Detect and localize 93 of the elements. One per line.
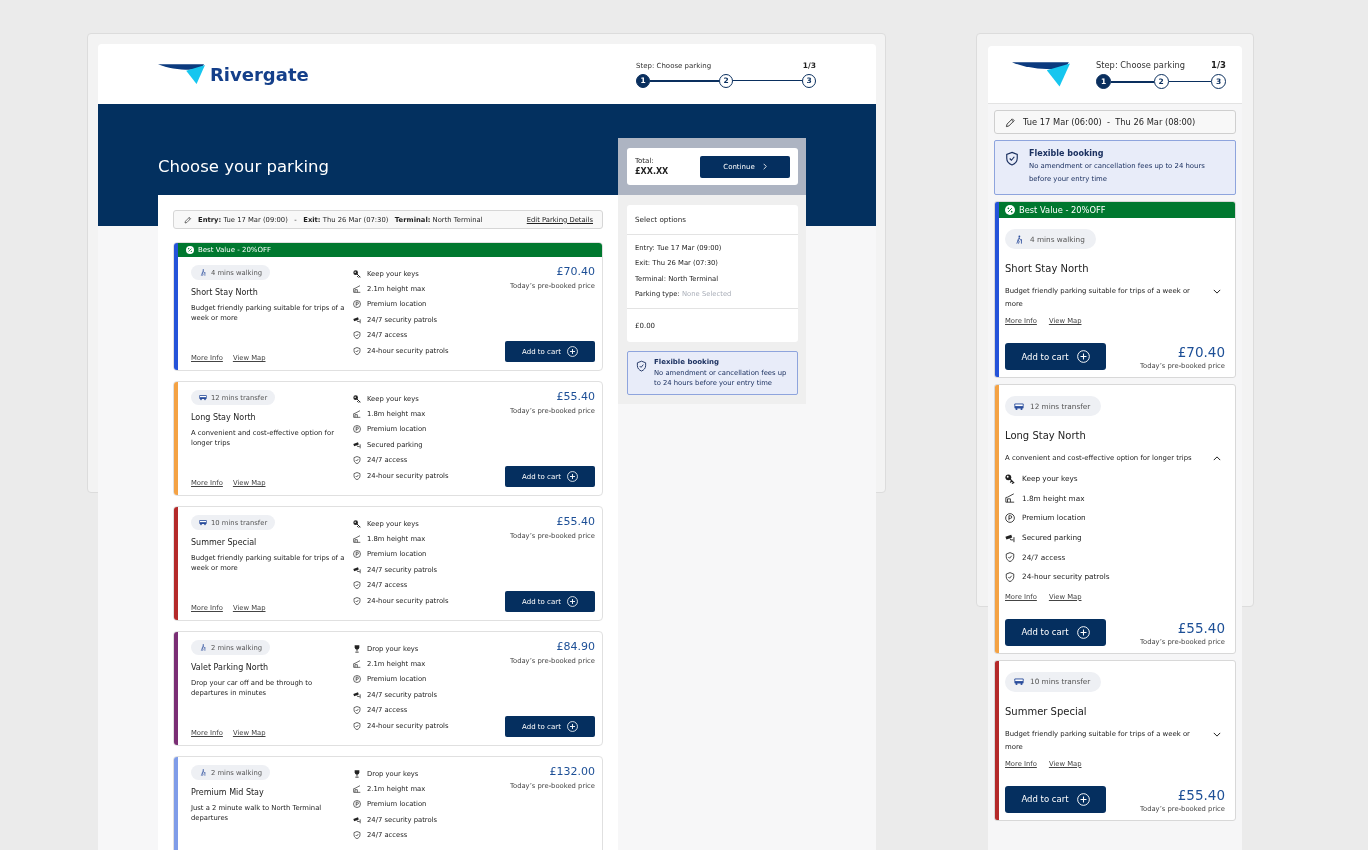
notice-title: Flexible booking	[1029, 149, 1105, 158]
step-connector	[733, 80, 802, 81]
bus-icon	[1014, 401, 1024, 411]
shield-check-icon	[353, 456, 361, 465]
walking-person-icon	[199, 644, 207, 651]
chevron-right-icon	[762, 163, 767, 170]
shield-check-icon	[353, 596, 361, 605]
option-name: Short Stay North	[191, 288, 258, 297]
height-barrier-icon	[353, 660, 361, 669]
parking-sign-icon	[353, 300, 361, 309]
add-to-cart-button[interactable]: Add to cart	[1005, 343, 1106, 370]
security-camera-icon	[353, 690, 361, 699]
height-barrier-icon	[353, 785, 361, 794]
pencil-icon	[184, 215, 192, 224]
key-icon	[353, 519, 361, 528]
shield-check-icon	[353, 581, 361, 590]
price: £55.40	[556, 390, 595, 404]
trophy-icon	[353, 769, 361, 778]
banner-text: Best Value - 20%OFF	[1019, 205, 1106, 215]
key-icon	[353, 394, 361, 403]
price: £70.40	[556, 265, 595, 279]
shield-check-icon	[353, 346, 361, 355]
step-count: 1/3	[1211, 60, 1226, 70]
trip-dates: Tue 17 Mar (06:00) - Thu 26 Mar (08:00)	[1023, 117, 1196, 127]
shield-check-icon	[636, 360, 647, 373]
brand-name: Rivergate	[210, 63, 309, 85]
page-title: Choose your parking	[158, 156, 329, 178]
parking-sign-icon	[353, 425, 361, 434]
chevron-down-icon[interactable]	[1213, 289, 1221, 294]
shield-check-icon	[1005, 151, 1019, 166]
height-barrier-icon	[1005, 493, 1015, 504]
step-connector	[650, 79, 719, 82]
key-icon	[353, 269, 361, 278]
bus-icon	[199, 394, 207, 401]
discount-badge-icon	[186, 246, 194, 254]
security-camera-icon	[353, 565, 361, 574]
parking-sign-icon	[353, 675, 361, 684]
walking-person-icon	[199, 769, 207, 776]
chevron-up-icon[interactable]	[1213, 456, 1221, 461]
walking-person-icon	[1014, 234, 1024, 244]
security-camera-icon	[353, 815, 361, 824]
height-barrier-icon	[353, 285, 361, 294]
option-name: Premium Mid Stay	[191, 788, 264, 797]
option-name: Short Stay North	[1005, 263, 1090, 275]
option-name: Valet Parking North	[191, 663, 269, 672]
price: £132.00	[549, 765, 595, 779]
plus-circle-icon	[566, 346, 578, 357]
logo-icon	[158, 63, 205, 85]
pencil-icon	[1005, 116, 1016, 128]
height-barrier-icon	[353, 410, 361, 419]
price: £70.40	[1177, 344, 1225, 360]
price: £55.40	[1177, 619, 1225, 636]
key-icon	[1005, 473, 1015, 484]
parking-sign-icon	[353, 550, 361, 559]
bus-icon	[1014, 677, 1024, 687]
trophy-icon	[353, 644, 361, 653]
security-camera-icon	[353, 440, 361, 449]
plus-circle-icon	[566, 471, 578, 482]
option-name: Summer Special	[191, 538, 257, 547]
shield-check-icon	[353, 831, 361, 840]
price: £55.40	[556, 515, 595, 529]
add-to-cart-button[interactable]: Add to cart	[1005, 618, 1106, 646]
walking-person-icon	[199, 269, 207, 276]
shield-check-icon	[353, 721, 361, 730]
step-connector	[1168, 81, 1211, 82]
option-name: Long Stay North	[1005, 430, 1087, 442]
shield-check-icon	[1005, 571, 1015, 582]
discount-badge-icon	[1005, 205, 1015, 215]
parking-sign-icon	[353, 800, 361, 809]
add-to-cart-button[interactable]: Add to cart	[1005, 785, 1106, 813]
bus-icon	[199, 519, 207, 526]
chevron-down-icon[interactable]	[1213, 731, 1221, 737]
shield-check-icon	[353, 471, 361, 480]
security-camera-icon	[1005, 532, 1015, 543]
shield-check-icon	[353, 331, 361, 340]
security-camera-icon	[353, 315, 361, 324]
total-value: £XX.XX	[635, 167, 669, 176]
plus-circle-icon	[1076, 625, 1090, 639]
option-name: Long Stay North	[191, 413, 256, 422]
price: £55.40	[1177, 786, 1225, 803]
shield-check-icon	[1005, 552, 1015, 563]
plus-circle-icon	[1076, 792, 1090, 806]
price: £84.90	[556, 640, 595, 654]
plus-circle-icon	[1076, 350, 1090, 363]
logo-icon	[1012, 61, 1070, 88]
option-name: Summer Special	[1005, 705, 1088, 718]
step-connector	[1111, 80, 1154, 83]
height-barrier-icon	[353, 535, 361, 544]
plus-circle-icon	[566, 596, 578, 607]
parking-sign-icon	[1005, 513, 1015, 523]
step-label: Step: Choose parking	[1096, 60, 1185, 70]
shield-check-icon	[353, 706, 361, 715]
plus-circle-icon	[566, 721, 578, 732]
